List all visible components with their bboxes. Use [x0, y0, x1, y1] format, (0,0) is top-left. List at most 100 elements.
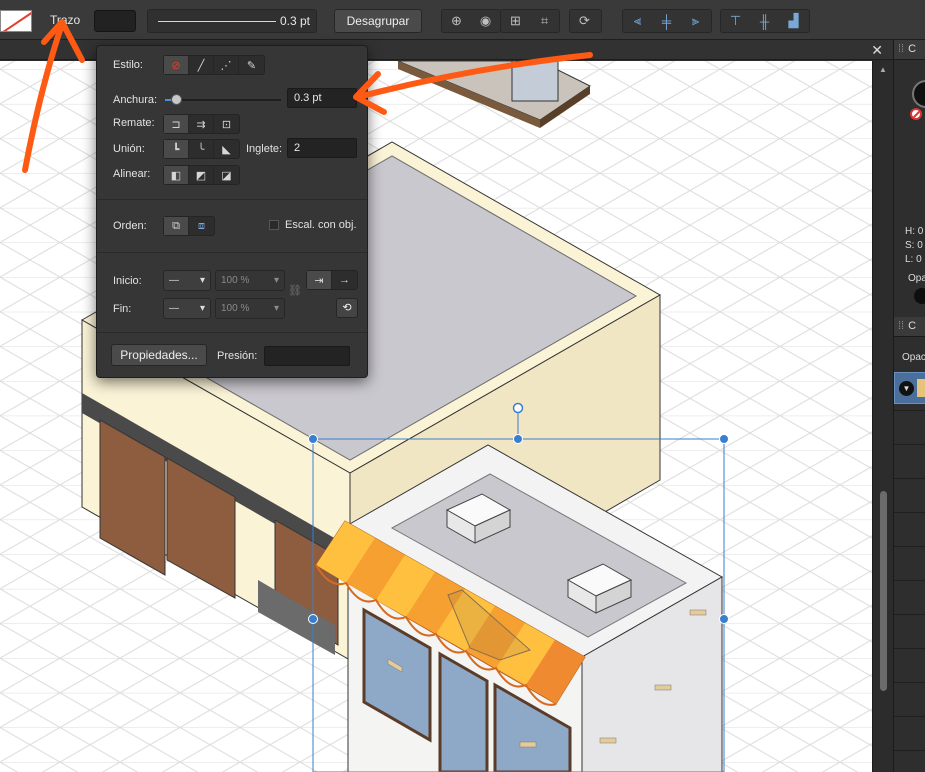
transform-icon[interactable]: ⌗ [530, 10, 559, 32]
layer-divider [894, 580, 925, 581]
align-center-icon[interactable]: ╪ [652, 10, 681, 32]
pressure-graph[interactable] [264, 346, 350, 366]
popup-divider [97, 199, 367, 200]
rotate-handle[interactable] [512, 402, 524, 414]
swap-arrows-icon[interactable]: ⟲ [336, 298, 358, 318]
order-label: Orden: [113, 220, 147, 232]
align-label: Alinear: [113, 168, 151, 180]
layer-divider [894, 410, 925, 411]
color-panel-tab[interactable]: ⁞⁞ C [894, 40, 925, 60]
layer-thumbnail [917, 379, 925, 397]
chevron-down-icon: ▾ [273, 303, 279, 314]
arrow-outside-icon[interactable]: → [332, 271, 357, 289]
close-icon[interactable]: ✕ [871, 42, 883, 59]
context-toolbar: Trazo 0.3 pt Desagrupar ⊕ ◉ ⊞ ⌗ ⟳ ⫷ ╪ ⫸ … [0, 0, 925, 40]
round-cap-icon[interactable]: ⇉ [189, 115, 214, 133]
popup-divider [97, 252, 367, 253]
width-input[interactable]: 0.3 pt [287, 88, 357, 108]
fill-swatch[interactable] [0, 10, 32, 32]
view-icon[interactable]: ◉ [471, 10, 500, 32]
scale-with-object-checkbox[interactable] [269, 220, 279, 230]
stroke-popup: Estilo: ⊘ ╱ ⋰ ✎ Anchura: 0.3 pt Remate: … [96, 45, 368, 378]
no-color-icon[interactable] [910, 108, 922, 120]
style-label: Estilo: [113, 59, 143, 71]
layer-divider [894, 444, 925, 445]
stroke-align-selector: ◧ ◩ ◪ [163, 165, 240, 185]
bevel-join-icon[interactable]: ◣ [214, 140, 239, 158]
pressure-label: Presión: [217, 350, 258, 362]
align-top-icon[interactable]: ⊤ [721, 10, 750, 32]
align-outside-stroke-icon[interactable]: ◪ [214, 166, 239, 184]
start-scale-dropdown[interactable]: 100 % ▾ [215, 270, 285, 291]
align-bottom-icon[interactable]: ▟ [779, 10, 808, 32]
scroll-thumb[interactable] [880, 491, 887, 691]
snap-view-group: ⊕ ◉ [441, 9, 501, 33]
solid-line-icon[interactable]: ╱ [189, 56, 214, 74]
align-center-stroke-icon[interactable]: ◧ [164, 166, 189, 184]
stroke-color-swatch[interactable] [94, 10, 136, 32]
end-arrowhead-dropdown[interactable]: — ▾ [163, 298, 211, 319]
start-label: Inicio: [113, 275, 142, 287]
align-middle-icon[interactable]: ╫ [750, 10, 779, 32]
lightness-value: L: 0 [905, 254, 922, 265]
stroke-label[interactable]: Trazo [50, 13, 80, 27]
stroke-front-fill-icon[interactable]: ⧈ [189, 217, 214, 235]
rotate-icon[interactable]: ⟳ [570, 10, 599, 32]
stroke-width-control[interactable]: 0.3 pt [147, 9, 317, 33]
canvas-scrollbar[interactable]: ▲ [872, 61, 893, 772]
link-icon[interactable]: ⛓ [288, 284, 302, 297]
miter-input[interactable]: 2 [287, 138, 357, 158]
brush-stroke-icon[interactable]: ✎ [239, 56, 264, 74]
opacity-label: Opa [908, 273, 925, 284]
miter-label: Inglete: [246, 143, 283, 155]
resize-handle-l[interactable] [308, 614, 318, 624]
layer-divider [894, 648, 925, 649]
scale-with-object-label: Escal. con obj. [285, 219, 357, 231]
chevron-down-icon: ▾ [199, 303, 205, 314]
resize-handle-r[interactable] [719, 614, 729, 624]
align-left-icon[interactable]: ⫷ [623, 10, 652, 32]
chevron-down-icon: ▾ [273, 275, 279, 286]
resize-handle-t[interactable] [513, 434, 523, 444]
layer-divider [894, 750, 925, 751]
color-wheel[interactable] [912, 80, 925, 108]
arrow-inside-icon[interactable]: ⇥ [307, 271, 332, 289]
square-cap-icon[interactable]: ⊡ [214, 115, 239, 133]
opacity-slider[interactable] [914, 288, 925, 304]
distribute-icon[interactable]: ⊞ [501, 10, 530, 32]
scroll-up-icon[interactable]: ▲ [879, 65, 887, 74]
snapping-icon[interactable]: ⊕ [442, 10, 471, 32]
line-end-icon: — [169, 275, 179, 286]
width-slider-thumb[interactable] [171, 94, 182, 105]
miter-join-icon[interactable]: ┗ [164, 140, 189, 158]
layer-row[interactable]: ▼ [894, 372, 925, 404]
butt-cap-icon[interactable]: ⊐ [164, 115, 189, 133]
ungroup-button[interactable]: Desagrupar [334, 9, 422, 33]
align-inside-stroke-icon[interactable]: ◩ [189, 166, 214, 184]
end-label: Fin: [113, 303, 132, 315]
cap-label: Remate: [113, 117, 155, 129]
arrow-position-selector: ⇥ → [306, 270, 358, 290]
saturation-value: S: 0 [905, 240, 923, 251]
join-label: Unión: [113, 143, 145, 155]
resize-handle-tl[interactable] [308, 434, 318, 444]
expand-layer-icon[interactable]: ▼ [899, 381, 914, 396]
layers-panel-tab[interactable]: ⁞⁞ C [894, 317, 925, 337]
chevron-down-icon: ▾ [199, 275, 205, 286]
layer-divider [894, 512, 925, 513]
align-right-icon[interactable]: ⫸ [681, 10, 710, 32]
stroke-behind-fill-icon[interactable]: ⧉ [164, 217, 189, 235]
end-scale-dropdown[interactable]: 100 % ▾ [215, 298, 285, 319]
no-stroke-icon[interactable]: ⊘ [164, 56, 189, 74]
properties-button[interactable]: Propiedades... [111, 344, 207, 366]
width-slider-track[interactable] [165, 99, 281, 101]
dashed-line-icon[interactable]: ⋰ [214, 56, 239, 74]
layer-divider [894, 614, 925, 615]
layer-divider [894, 682, 925, 683]
stroke-preview-line [158, 21, 276, 22]
stroke-style-selector: ⊘ ╱ ⋰ ✎ [163, 55, 265, 75]
start-arrowhead-dropdown[interactable]: — ▾ [163, 270, 211, 291]
round-join-icon[interactable]: ╰ [189, 140, 214, 158]
cap-selector: ⊐ ⇉ ⊡ [163, 114, 240, 134]
resize-handle-tr[interactable] [719, 434, 729, 444]
